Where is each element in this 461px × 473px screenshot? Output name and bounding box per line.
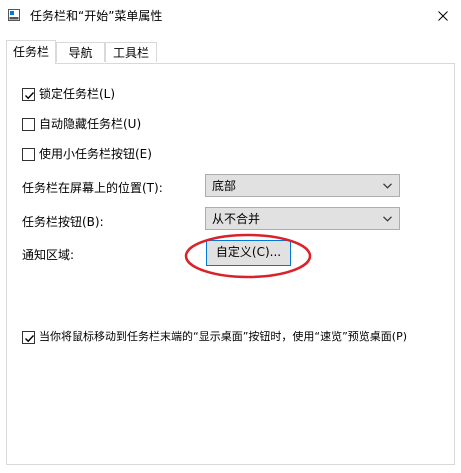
chevron-down-icon [383,216,392,222]
auto-hide-checkbox[interactable] [22,118,35,131]
lock-taskbar-label: 锁定任务栏(L) [39,87,116,101]
small-buttons-label: 使用小任务栏按钮(E) [39,147,152,161]
taskbar-properties-icon [8,9,20,21]
peek-checkbox[interactable] [22,331,35,344]
taskbar-location-dropdown[interactable]: 底部 [205,174,400,197]
taskbar-buttons-label: 任务栏按钮(B): [22,215,104,229]
small-buttons-checkbox[interactable] [22,148,35,161]
taskbar-location-value: 底部 [212,179,237,193]
tab-toolbars[interactable]: 工具栏 [105,42,157,62]
tab-taskbar[interactable]: 任务栏 [6,40,56,64]
notification-area-label: 通知区域: [22,248,75,262]
lock-taskbar-checkbox[interactable] [22,88,35,101]
chevron-down-icon [383,183,392,189]
checkmark-icon [25,92,35,100]
taskbar-properties-dialog: 任务栏和“开始”菜单属性 任务栏 导航 工具栏 锁定任务栏(L) 自动隐藏任务栏… [0,0,461,473]
taskbar-buttons-dropdown[interactable]: 从不合并 [205,207,400,230]
checkmark-icon [25,335,35,343]
taskbar-location-label: 任务栏在屏幕上的位置(T): [22,181,163,195]
customize-button[interactable]: 自定义(C)... [206,240,291,266]
close-button[interactable] [425,0,461,32]
window-title: 任务栏和“开始”菜单属性 [30,9,163,23]
auto-hide-label: 自动隐藏任务栏(U) [39,117,142,131]
tab-navigation[interactable]: 导航 [56,42,105,62]
tab-strip: 任务栏 导航 工具栏 [6,40,455,64]
close-icon [438,11,448,21]
title-bar[interactable]: 任务栏和“开始”菜单属性 [0,0,461,32]
taskbar-buttons-value: 从不合并 [212,212,261,226]
customize-button-label: 自定义(C)... [215,245,282,259]
peek-label: 当你将鼠标移动到任务栏末端的“显示桌面”按钮时，使用“速览”预览桌面(P) [39,330,408,343]
